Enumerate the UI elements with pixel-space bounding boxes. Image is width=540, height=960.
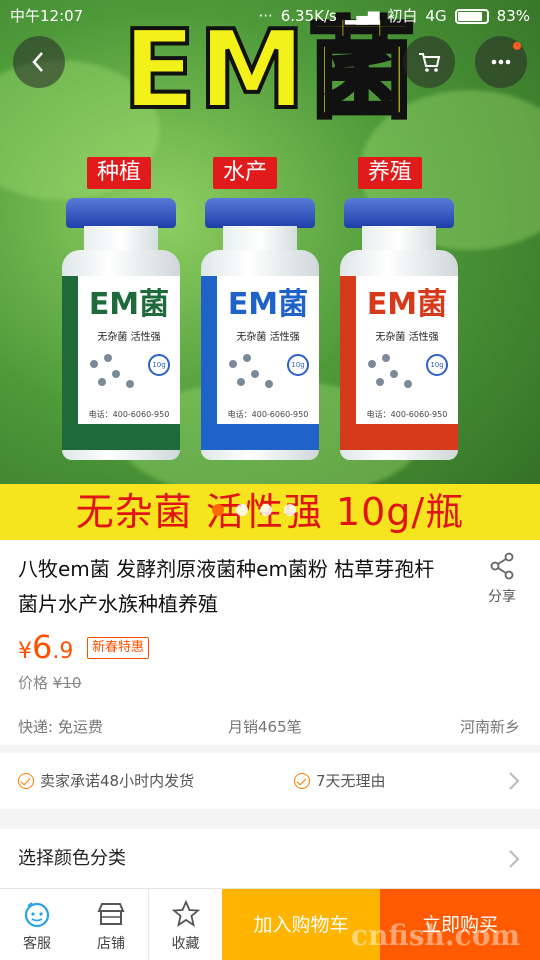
battery-icon [454, 8, 489, 24]
bottle-cap [66, 198, 176, 228]
network-type: 4G [425, 7, 447, 25]
more-dots-icon: ··· [258, 7, 273, 25]
favorite-tab[interactable]: 收藏 [149, 889, 222, 960]
chevron-right-icon [509, 850, 520, 868]
promise-label: 7天无理由 [316, 772, 386, 790]
label-subtitle: 无杂菌 活性强 [97, 332, 161, 343]
carrier-name: 初白 [387, 7, 418, 25]
price-decimal: .9 [52, 639, 74, 664]
shipping-info: 快递: 免运费 [18, 718, 103, 736]
check-circle-icon [18, 773, 34, 789]
status-right: ··· 6.35K/s ▂▄▆ 初白 4G 83% [258, 0, 530, 32]
label-brand: EM菌 [227, 287, 309, 322]
label-band [201, 276, 217, 450]
label-brand: EM菌 [366, 287, 448, 322]
service-icon [24, 902, 50, 928]
shop-tab[interactable]: 店铺 [74, 889, 149, 960]
watermark: cnfish.com [351, 919, 520, 952]
product-bottle-blue: EM菌 无杂菌 活性强 10g 电话：400-6060-950 [201, 198, 319, 460]
label-band [340, 276, 356, 450]
check-circle-icon [294, 773, 310, 789]
more-icon [491, 59, 511, 65]
pager-dot [236, 504, 248, 516]
original-price-label: 价格 [18, 674, 49, 692]
bottle-body: EM菌 无杂菌 活性强 10g 电话：400-6060-950 [340, 250, 458, 460]
cart-button[interactable] [403, 36, 455, 88]
product-title: 八牧em菌 发酵剂原液菌种em菌粉 枯草芽孢杆菌片水产水族种植养殖 [18, 557, 435, 616]
label-brand: EM菌 [88, 287, 170, 322]
bottle-label: EM菌 无杂菌 活性强 10g 电话：400-6060-950 [340, 276, 458, 450]
promise-label: 卖家承诺48小时内发货 [40, 772, 195, 790]
star-icon [171, 899, 200, 927]
molecule-graphic [229, 354, 279, 394]
shop-icon [97, 903, 125, 925]
pager-dot [260, 504, 272, 516]
status-time: 中午12:07 [10, 7, 84, 25]
tag-aquatic: 水产 [213, 157, 278, 189]
notification-dot [513, 42, 521, 50]
bottle-cap [344, 198, 454, 228]
more-button[interactable] [475, 36, 527, 88]
share-icon [490, 552, 514, 580]
label-phone: 电话：400-6060-950 [366, 410, 448, 419]
pager-dot-active [212, 504, 224, 516]
label-footer [78, 424, 180, 450]
signal-icon: ▂▄▆ [344, 7, 380, 25]
label-subtitle: 无杂菌 活性强 [375, 332, 439, 343]
network-speed: 6.35K/s [280, 7, 337, 25]
cart-icon [419, 53, 441, 72]
chevron-left-icon [32, 52, 43, 72]
label-phone: 电话：400-6060-950 [227, 410, 309, 419]
original-price: 价格 ¥10 [18, 672, 81, 693]
carousel-pager [212, 504, 296, 516]
weight-badge: 10g [426, 354, 448, 376]
ship-location: 河南新乡 [459, 718, 520, 736]
original-price-value: ¥10 [52, 674, 82, 692]
bottle-body: EM菌 无杂菌 活性强 10g 电话：400-6060-950 [62, 250, 180, 460]
service-promises[interactable]: 卖家承诺48小时内发货 7天无理由 [0, 753, 540, 809]
tab-label: 客服 [23, 936, 51, 952]
chevron-right-icon [509, 772, 520, 790]
label-subtitle: 无杂菌 活性强 [236, 332, 300, 343]
select-spec-label: 选择颜色分类 [18, 848, 126, 869]
molecule-graphic [90, 354, 140, 394]
price-integer: 6 [32, 628, 53, 666]
select-spec-row[interactable]: 选择颜色分类 [0, 829, 540, 889]
share-button[interactable]: 分享 [482, 552, 522, 606]
tag-planting: 种植 [87, 157, 152, 189]
bottle-label: EM菌 无杂菌 活性强 10g 电话：400-6060-950 [201, 276, 319, 450]
product-image-carousel[interactable]: EM菌 种植 水产 养殖 EM菌 无杂菌 活性强 10g 电话：400-6060… [0, 0, 540, 540]
label-band [62, 276, 78, 450]
product-bottle-red: EM菌 无杂菌 活性强 10g 电话：400-6060-950 [340, 198, 458, 460]
bottle-cap [205, 198, 315, 228]
battery-level: 83% [496, 7, 530, 25]
tag-breeding: 养殖 [358, 157, 423, 189]
monthly-sales: 月销465笔 [228, 718, 302, 736]
weight-badge: 10g [287, 354, 309, 376]
product-info: 八牧em菌 发酵剂原液菌种em菌粉 枯草芽孢杆菌片水产水族种植养殖 分享 ¥6.… [0, 540, 540, 745]
weight-badge: 10g [148, 354, 170, 376]
price: ¥6.9 [18, 628, 73, 666]
back-button[interactable] [13, 36, 65, 88]
product-bottle-green: EM菌 无杂菌 活性强 10g 电话：400-6060-950 [62, 198, 180, 460]
tab-label: 店铺 [97, 936, 125, 952]
promo-badge: 新春特惠 [87, 637, 150, 659]
status-bar: 中午12:07 ··· 6.35K/s ▂▄▆ 初白 4G 83% [0, 0, 540, 32]
label-footer [356, 424, 458, 450]
price-symbol: ¥ [18, 639, 32, 664]
bottle-label: EM菌 无杂菌 活性强 10g 电话：400-6060-950 [62, 276, 180, 450]
promise-item: 7天无理由 [294, 753, 386, 809]
tab-label: 收藏 [171, 936, 200, 952]
promise-item: 卖家承诺48小时内发货 [18, 753, 194, 809]
pager-dot [284, 504, 296, 516]
label-footer [217, 424, 319, 450]
molecule-graphic [368, 354, 418, 394]
share-label: 分享 [488, 589, 516, 605]
label-phone: 电话：400-6060-950 [88, 410, 170, 419]
bottle-body: EM菌 无杂菌 活性强 10g 电话：400-6060-950 [201, 250, 319, 460]
bottom-action-bar: 客服 店铺 收藏 加入购物车 立即购买 cnfish.com [0, 888, 540, 960]
customer-service-tab[interactable]: 客服 [0, 889, 74, 960]
